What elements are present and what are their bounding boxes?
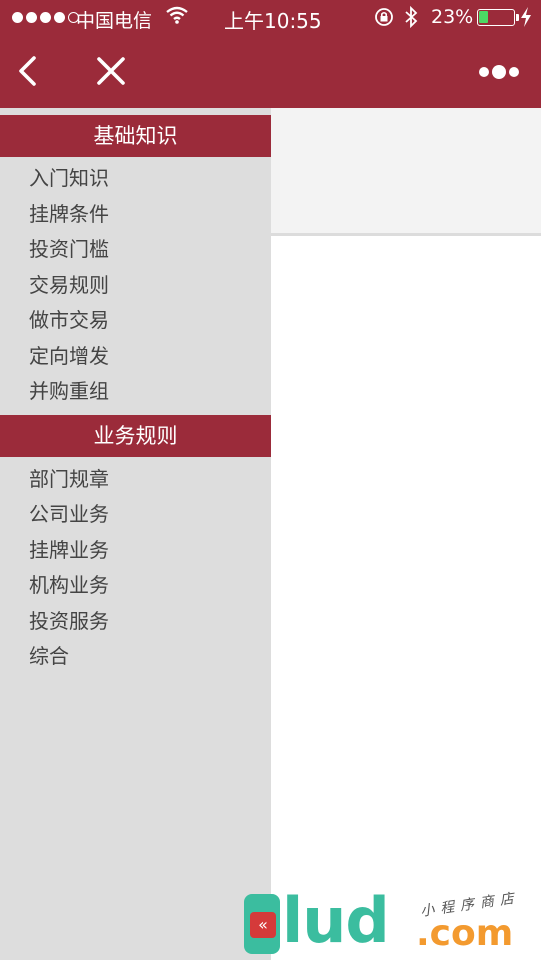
charging-bolt-icon: [520, 6, 532, 33]
more-button[interactable]: [474, 54, 526, 90]
menu-item[interactable]: 机构业务: [0, 568, 271, 604]
menu-item[interactable]: 投资门槛: [0, 232, 271, 268]
menu-item[interactable]: 挂牌业务: [0, 533, 271, 569]
menu-list-basics: 入门知识 挂牌条件 投资门槛 交易规则 做市交易 定向增发 并购重组: [0, 157, 271, 410]
more-dots-icon: [479, 65, 519, 79]
menu-item[interactable]: 做市交易: [0, 303, 271, 339]
wifi-icon: [166, 6, 188, 29]
close-icon: [97, 57, 125, 85]
menu-item[interactable]: 综合: [0, 639, 271, 675]
section-header-rules[interactable]: 业务规则: [0, 414, 271, 457]
back-button[interactable]: [14, 50, 54, 94]
status-bar: 中国电信 上午10:55 23%: [0, 0, 541, 36]
menu-item[interactable]: 并购重组: [0, 374, 271, 410]
sidebar-top-gap: [0, 108, 271, 115]
menu-item[interactable]: 入门知识: [0, 161, 271, 197]
watermark-main-text: lud: [282, 884, 390, 957]
menu-item[interactable]: 部门规章: [0, 462, 271, 498]
category-sidebar: 基础知识 入门知识 挂牌条件 投资门槛 交易规则 做市交易 定向增发 并购重组 …: [0, 108, 271, 960]
battery-percent: 23%: [431, 6, 474, 28]
navigation-bar: [0, 36, 541, 108]
watermark-logo-icon: «: [250, 912, 276, 938]
bluetooth-icon: [403, 5, 419, 34]
menu-item[interactable]: 定向增发: [0, 339, 271, 375]
content-header-area: [271, 108, 541, 236]
content-panel: [271, 108, 541, 960]
battery-icon: [477, 9, 519, 26]
watermark-domain: .com: [416, 913, 514, 954]
signal-strength-icon: [12, 12, 79, 23]
orientation-lock-icon: [374, 7, 394, 32]
chevron-left-icon: [19, 56, 36, 86]
menu-item[interactable]: 交易规则: [0, 268, 271, 304]
menu-item[interactable]: 投资服务: [0, 604, 271, 640]
menu-list-rules: 部门规章 公司业务 挂牌业务 机构业务 投资服务 综合: [0, 457, 271, 675]
menu-item[interactable]: 挂牌条件: [0, 197, 271, 233]
carrier-label: 中国电信: [76, 10, 153, 32]
watermark: « lud 小程序商店 .com: [244, 888, 534, 958]
close-button[interactable]: [92, 50, 132, 94]
menu-item[interactable]: 公司业务: [0, 497, 271, 533]
section-header-basics[interactable]: 基础知识: [0, 115, 271, 157]
top-bar: 中国电信 上午10:55 23%: [0, 0, 541, 108]
clock-time: 上午10:55: [224, 9, 322, 33]
